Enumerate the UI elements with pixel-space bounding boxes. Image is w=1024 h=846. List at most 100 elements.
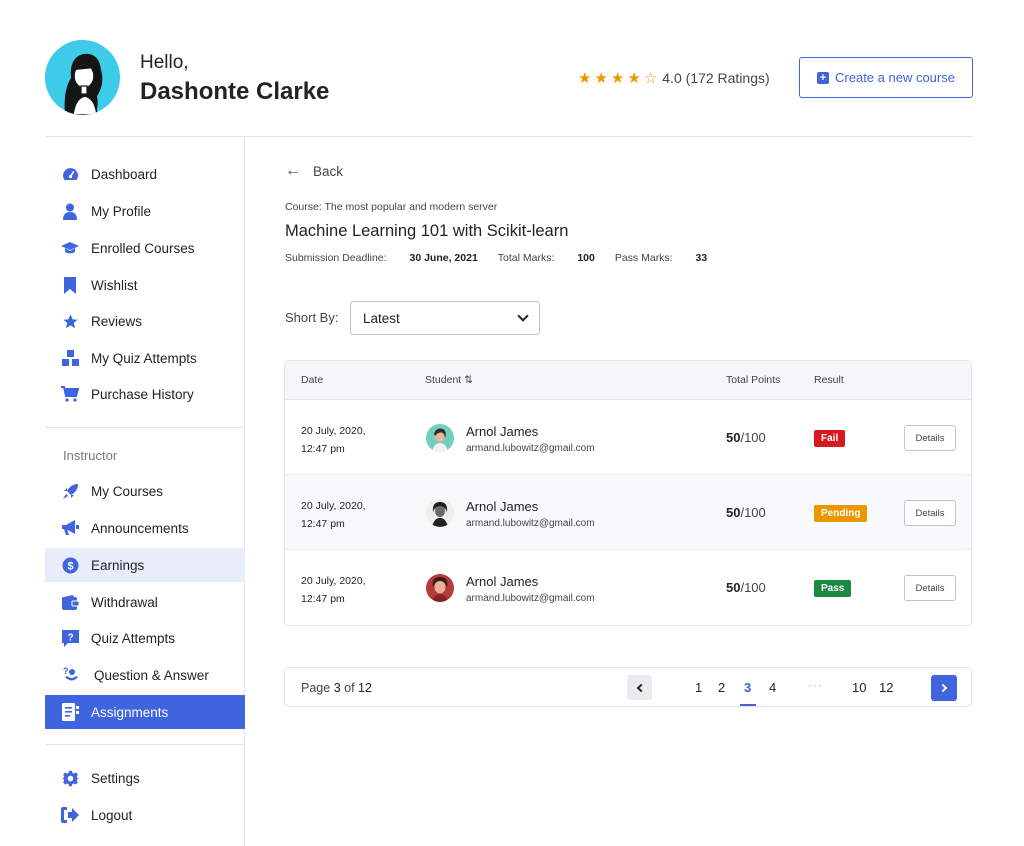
sidebar-item-wishlist[interactable]: Wishlist — [45, 268, 245, 302]
rating-text: 4.0 (172 Ratings) — [662, 70, 770, 86]
sidebar-divider — [45, 744, 245, 745]
star-filled-icon: ★ — [610, 70, 625, 87]
details-button[interactable]: Details — [904, 425, 956, 451]
dollar-coin-icon: $ — [61, 556, 79, 574]
back-label: Back — [313, 163, 344, 179]
sidebar-item-settings[interactable]: Settings — [45, 761, 245, 795]
column-header-result: Result — [814, 374, 844, 386]
sidebar-item-earnings[interactable]: $ Earnings — [45, 548, 245, 582]
question-answer-icon: ? — [61, 666, 79, 684]
page-indicator: Page 3 of 12 — [301, 681, 372, 695]
sidebar-item-my-profile[interactable]: My Profile — [45, 194, 245, 228]
page-link-10[interactable]: 10 — [852, 680, 866, 695]
current-page-underline — [740, 704, 756, 706]
page-link-1[interactable]: 1 — [695, 680, 702, 695]
pagination: Page 3 of 12 1 2 3 4 ··· 10 12 — [284, 667, 972, 707]
student-avatar — [426, 424, 454, 452]
column-header-student[interactable]: Student ⇅ — [425, 374, 473, 386]
rating-summary: ★ ★ ★ ★ ☆ 4.0 (172 Ratings) — [578, 69, 770, 87]
sidebar-item-label: Settings — [91, 770, 140, 786]
sidebar-item-my-quiz-attempts[interactable]: My Quiz Attempts — [45, 341, 245, 375]
sort-value: Latest — [363, 310, 400, 326]
bookmark-icon — [61, 276, 79, 294]
sidebar-item-my-courses[interactable]: My Courses — [45, 474, 245, 508]
total-points: 50/100 — [726, 430, 766, 445]
details-button[interactable]: Details — [904, 575, 956, 601]
sort-select[interactable]: Latest — [350, 301, 540, 335]
assignment-icon — [61, 703, 79, 721]
sidebar-item-label: Dashboard — [91, 166, 158, 182]
user-name: Dashonte Clarke — [140, 78, 330, 105]
student-email: armand.lubowitz@gmail.com — [466, 443, 595, 454]
sidebar-item-label: Purchase History — [91, 386, 194, 402]
sidebar-item-enrolled-courses[interactable]: Enrolled Courses — [45, 231, 245, 265]
column-header-total-points: Total Points — [726, 374, 781, 386]
status-badge-pending: Pending — [814, 505, 868, 522]
question-box-icon: ? — [61, 629, 79, 647]
next-page-button[interactable] — [931, 675, 957, 701]
sidebar-item-label: Earnings — [91, 557, 145, 573]
svg-text:$: $ — [67, 560, 73, 572]
student-avatar — [426, 574, 454, 602]
greeting-text: Hello, — [140, 52, 189, 73]
details-button[interactable]: Details — [904, 500, 956, 526]
previous-page-button[interactable] — [627, 675, 652, 700]
student-name: Arnol James — [466, 499, 539, 514]
course-subtitle: Course: The most popular and modern serv… — [285, 201, 498, 213]
quiz-blocks-icon — [61, 349, 79, 367]
graduation-cap-icon — [61, 239, 79, 257]
sidebar-item-quiz-attempts[interactable]: ? Quiz Attempts — [45, 621, 245, 655]
status-badge-fail: Fail — [814, 430, 846, 447]
star-filled-icon: ★ — [578, 70, 592, 87]
sidebar-item-assignments[interactable]: Assignments — [45, 695, 245, 729]
star-icon — [61, 312, 79, 330]
total-marks-meta: Total Marks: 100 — [497, 252, 595, 264]
sidebar-item-withdrawal[interactable]: Withdrawal — [45, 585, 245, 619]
submission-date: 20 July, 2020, 12:47 pm — [301, 575, 366, 605]
page-link-2[interactable]: 2 — [718, 680, 725, 695]
sort-label: Short By: — [285, 310, 339, 325]
sidebar-item-logout[interactable]: Logout — [45, 798, 245, 832]
page-link-3-current[interactable]: 3 — [744, 680, 751, 695]
student-email: armand.lubowitz@gmail.com — [466, 518, 595, 529]
arrow-left-icon: ← — [285, 162, 301, 179]
table-header: Date Student ⇅ Total Points Result — [285, 361, 971, 400]
gear-icon — [61, 769, 79, 787]
page-header: Hello, Dashonte Clarke ★ ★ ★ ★ ☆ 4.0 (17… — [45, 40, 973, 136]
sidebar-item-label: My Quiz Attempts — [91, 350, 197, 366]
user-avatar — [45, 40, 120, 115]
create-course-button[interactable]: + Create a new course — [799, 57, 973, 98]
dashboard-icon — [61, 165, 79, 183]
user-icon — [61, 202, 79, 220]
wallet-icon — [61, 593, 79, 611]
sidebar-item-reviews[interactable]: Reviews — [45, 304, 245, 338]
sort-arrows-icon: ⇅ — [464, 374, 473, 386]
star-filled-icon: ★ — [594, 70, 608, 87]
back-link[interactable]: ← Back — [285, 162, 343, 180]
sidebar-item-label: Question & Answer — [94, 667, 209, 683]
sidebar: Dashboard My Profile Enrolled Courses Wi… — [45, 137, 245, 846]
sidebar-item-label: Quiz Attempts — [91, 630, 176, 646]
sidebar-item-label: My Profile — [91, 203, 152, 219]
table-row: 20 July, 2020, 12:47 pm Arnol James arman… — [285, 550, 971, 625]
svg-text:?: ? — [63, 666, 69, 676]
student-name: Arnol James — [466, 424, 539, 439]
star-empty-icon: ☆ — [643, 70, 658, 87]
sidebar-item-dashboard[interactable]: Dashboard — [45, 157, 245, 191]
cart-icon — [61, 385, 79, 403]
student-avatar — [426, 499, 454, 527]
status-badge-pass: Pass — [814, 580, 852, 597]
table-row: 20 July, 2020, 12:47 pm Arnol James arman… — [285, 400, 971, 475]
sidebar-item-announcements[interactable]: Announcements — [45, 511, 245, 545]
student-name: Arnol James — [466, 574, 539, 589]
table-row: 20 July, 2020, 12:47 pm Arnol James arman… — [285, 475, 971, 550]
pagination-ellipsis: ··· — [808, 678, 823, 692]
page-link-4[interactable]: 4 — [769, 680, 776, 695]
assignment-meta: Submission Deadline: 30 June, 2021 Total… — [285, 252, 727, 264]
svg-text:?: ? — [67, 632, 73, 643]
sidebar-item-question-answer[interactable]: ? Question & Answer — [45, 658, 245, 692]
page-link-12[interactable]: 12 — [879, 680, 893, 695]
sidebar-item-purchase-history[interactable]: Purchase History — [45, 377, 245, 411]
create-course-label: Create a new course — [835, 70, 955, 85]
total-points: 50/100 — [726, 580, 766, 595]
